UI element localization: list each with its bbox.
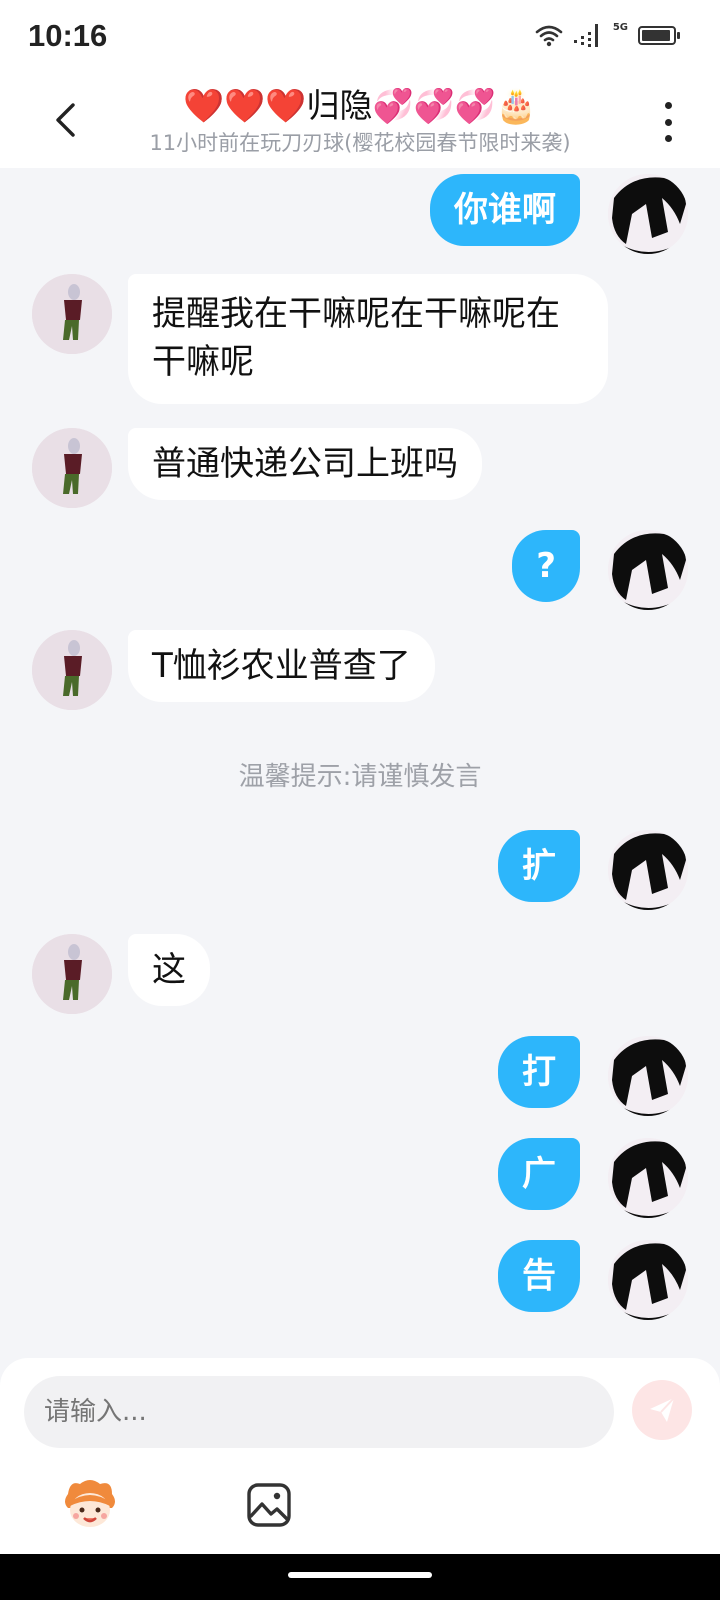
- signal-icon: [573, 24, 598, 47]
- home-indicator[interactable]: [288, 1572, 432, 1578]
- message-bubble[interactable]: 打: [498, 1036, 580, 1108]
- send-icon: [650, 1397, 675, 1422]
- title-block: ❤️❤️❤️归隐💞💞💞🎂 11小时前在玩刀刃球(樱花校园春节限时来袭): [110, 84, 610, 158]
- send-button[interactable]: [632, 1380, 692, 1440]
- message-bubble[interactable]: 你谁啊: [430, 174, 580, 246]
- message-input[interactable]: [24, 1376, 614, 1448]
- more-options-button[interactable]: [658, 102, 678, 142]
- message-bubble[interactable]: 扩: [498, 830, 580, 902]
- my-avatar[interactable]: [608, 174, 688, 254]
- contact-avatar[interactable]: [32, 428, 112, 508]
- my-avatar[interactable]: [608, 530, 688, 610]
- status-bar: 10:16 5G: [0, 0, 720, 76]
- message-bubble[interactable]: 提醒我在干嘛呢在干嘛呢在干嘛呢: [128, 274, 608, 404]
- message-bubble[interactable]: 普通快递公司上班吗: [128, 428, 482, 500]
- message-bubble[interactable]: ?: [512, 530, 580, 602]
- my-avatar[interactable]: [608, 1138, 688, 1218]
- chat-subtitle: 11小时前在玩刀刃球(樱花校园春节限时来袭): [149, 131, 571, 155]
- my-avatar[interactable]: [608, 1036, 688, 1116]
- my-avatar[interactable]: [608, 1240, 688, 1320]
- back-arrow-icon: [56, 103, 75, 137]
- tip-text: 温馨提示:请谨慎发言: [238, 762, 482, 792]
- more-vertical-icon: [664, 102, 672, 109]
- back-button[interactable]: [42, 94, 88, 146]
- message-bubble[interactable]: 告: [498, 1240, 580, 1312]
- message-bubble[interactable]: 广: [498, 1138, 580, 1210]
- contact-avatar[interactable]: [32, 934, 112, 1014]
- message-list[interactable]: 你谁啊 提醒我在干嘛呢在干嘛呢在干嘛呢 普通快递公司上班吗 ? T恤衫农业普查了…: [0, 168, 720, 1358]
- wifi-icon: [535, 25, 563, 47]
- status-time: 10:16: [28, 18, 108, 53]
- contact-avatar[interactable]: [32, 274, 112, 354]
- system-nav-bar: [0, 1554, 720, 1600]
- message-bubble[interactable]: 这: [128, 934, 210, 1006]
- emoji-button[interactable]: [60, 1476, 120, 1532]
- contact-avatar[interactable]: [32, 630, 112, 710]
- message-bubble[interactable]: T恤衫农业普查了: [128, 630, 435, 702]
- image-icon: [247, 1483, 291, 1527]
- network-type: 5G: [612, 21, 628, 33]
- chat-title: ❤️❤️❤️归隐💞💞💞🎂: [183, 86, 537, 125]
- status-icons: 5G: [535, 21, 680, 48]
- my-avatar[interactable]: [608, 830, 688, 910]
- composer: [0, 1358, 720, 1554]
- emoji-sticker-icon: [65, 1480, 115, 1527]
- chat-header: ❤️❤️❤️归隐💞💞💞🎂 11小时前在玩刀刃球(樱花校园春节限时来袭): [0, 76, 720, 168]
- battery-icon: [638, 25, 680, 45]
- image-button[interactable]: [246, 1482, 292, 1528]
